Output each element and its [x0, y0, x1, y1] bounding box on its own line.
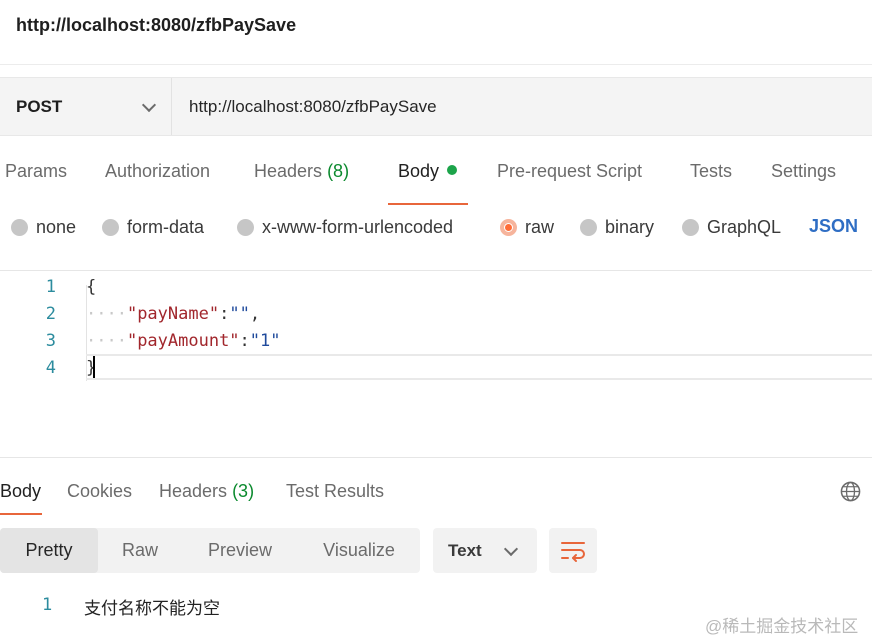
indent-dots: ···· — [86, 304, 127, 324]
response-tab-test-results-label: Test Results — [286, 481, 385, 501]
code-line-1: { — [86, 277, 96, 297]
response-headers-count: (3) — [232, 481, 255, 501]
response-format-select[interactable]: Text — [433, 528, 537, 573]
tab-pre-request-label: Pre-request Script — [497, 161, 643, 181]
tab-settings[interactable]: Settings — [771, 161, 836, 182]
globe-icon[interactable] — [840, 481, 861, 502]
response-tab-body[interactable]: Body — [0, 481, 41, 502]
url-input[interactable] — [174, 78, 872, 135]
radio-circle — [11, 218, 28, 236]
headers-count-badge: (8) — [327, 161, 350, 181]
response-active-underline — [0, 513, 42, 515]
tab-params-label: Params — [5, 161, 68, 181]
line-number: 1 — [45, 277, 56, 297]
request-body-editor[interactable]: 1 2 3 4 { ····"payName":"", ····"payAmou… — [0, 270, 872, 458]
wrap-lines-icon[interactable] — [549, 528, 597, 573]
radio-circle — [580, 218, 597, 236]
response-line-number: 1 — [42, 595, 53, 615]
radio-urlencoded-label: x-www-form-urlencoded — [262, 216, 454, 237]
tab-settings-label: Settings — [771, 161, 837, 181]
radio-form-data[interactable]: form-data — [102, 215, 204, 239]
radio-graphql[interactable]: GraphQL — [682, 215, 781, 239]
radio-circle — [102, 218, 119, 236]
method-label: POST — [16, 97, 63, 116]
radio-raw-label: raw — [525, 216, 555, 237]
tab-headers-label: Headers — [254, 161, 323, 181]
response-format-label: Text — [448, 541, 482, 560]
view-preview-button[interactable]: Preview — [182, 528, 298, 573]
text-cursor — [93, 356, 95, 378]
radio-none[interactable]: none — [11, 215, 76, 239]
body-format-select[interactable]: JSON — [809, 216, 858, 237]
watermark: @稀土掘金技术社区 — [705, 617, 859, 636]
current-line-highlight — [86, 354, 872, 380]
response-tab-body-label: Body — [0, 481, 42, 501]
tab-headers[interactable]: Headers (8) — [254, 161, 349, 182]
json-value: "" — [229, 304, 250, 324]
response-tab-test-results[interactable]: Test Results — [286, 481, 384, 502]
radio-binary[interactable]: binary — [580, 215, 654, 239]
view-visualize-button[interactable]: Visualize — [300, 528, 418, 573]
tab-params[interactable]: Params — [5, 161, 67, 182]
json-colon: : — [239, 331, 250, 351]
radio-binary-label: binary — [605, 216, 655, 237]
tab-body-label: Body — [398, 161, 440, 181]
radio-circle-selected — [500, 218, 517, 236]
response-body-text: 支付名称不能为空 — [84, 599, 220, 619]
line-number: 2 — [45, 304, 56, 324]
json-key: "payAmount" — [126, 331, 240, 351]
code-line-2: ····"payName":"", — [86, 304, 260, 324]
request-title[interactable]: http://localhost:8080/zfbPaySave — [16, 15, 296, 36]
url-bar: POST — [0, 77, 872, 136]
tab-authorization-label: Authorization — [105, 161, 211, 181]
view-raw-button[interactable]: Raw — [100, 528, 180, 573]
active-tab-underline — [388, 203, 468, 205]
radio-urlencoded[interactable]: x-www-form-urlencoded — [237, 215, 453, 239]
json-key: "payName" — [126, 304, 220, 324]
tab-authorization[interactable]: Authorization — [105, 161, 210, 182]
tab-tests[interactable]: Tests — [690, 161, 732, 182]
radio-graphql-label: GraphQL — [707, 216, 782, 237]
json-colon: : — [219, 304, 230, 324]
json-value: "1" — [249, 331, 281, 351]
radio-circle — [682, 218, 699, 236]
radio-none-label: none — [36, 216, 77, 237]
radio-raw[interactable]: raw — [500, 215, 554, 239]
radio-circle — [237, 218, 254, 236]
response-tab-headers-label: Headers — [159, 481, 228, 501]
tab-tests-label: Tests — [690, 161, 733, 181]
view-pretty-button[interactable]: Pretty — [0, 528, 98, 573]
method-select[interactable]: POST — [0, 78, 172, 135]
indent-dots: ···· — [86, 331, 127, 351]
open-brace: { — [86, 277, 97, 297]
chevron-down-icon — [503, 541, 519, 557]
response-tab-cookies-label: Cookies — [67, 481, 133, 501]
view-mode-switcher: Pretty Raw Preview Visualize — [0, 528, 420, 573]
response-tab-headers[interactable]: Headers (3) — [159, 481, 254, 502]
line-number: 3 — [45, 331, 56, 351]
title-divider — [0, 64, 872, 65]
body-indicator-dot — [447, 165, 458, 175]
tab-body[interactable]: Body — [398, 161, 458, 182]
tab-pre-request-script[interactable]: Pre-request Script — [497, 161, 642, 182]
json-comma: , — [249, 304, 261, 324]
chevron-down-icon — [141, 97, 157, 113]
response-tab-cookies[interactable]: Cookies — [67, 481, 132, 502]
code-line-3: ····"payAmount":"1" — [86, 331, 281, 351]
radio-form-data-label: form-data — [127, 216, 205, 237]
line-number: 4 — [45, 358, 56, 378]
